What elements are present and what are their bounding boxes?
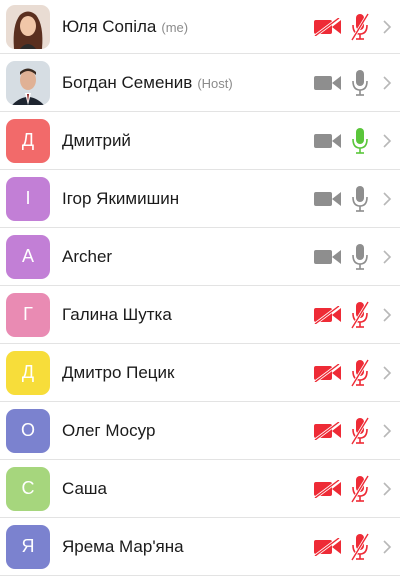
chevron-right-icon[interactable] xyxy=(382,423,392,439)
participant-name-group: Юля Сопіла (me) xyxy=(62,17,188,37)
chevron-right-icon[interactable] xyxy=(382,133,392,149)
mic-muted-icon[interactable] xyxy=(351,416,369,445)
participant-name-group: Дмитро Пецик xyxy=(62,363,174,383)
avatar-initial: Д xyxy=(21,362,35,382)
microphone-icon[interactable] xyxy=(351,69,369,97)
participant-name-group: Ігор Якимишин xyxy=(62,189,179,209)
user-photo-icon xyxy=(6,4,50,49)
avatar-initial: Г xyxy=(23,304,33,324)
avatar: Д xyxy=(6,350,50,395)
chevron-right-icon[interactable] xyxy=(382,539,392,555)
participant-name-group: Archer xyxy=(62,247,112,267)
participant-name: Юля Сопіла xyxy=(62,16,157,36)
microphone-icon[interactable] xyxy=(351,185,369,213)
participant-name-group: Олег Мосур xyxy=(62,421,155,441)
video-camera-icon[interactable] xyxy=(314,132,342,150)
video-off-icon[interactable] xyxy=(314,421,342,440)
participant-name: Ігор Якимишин xyxy=(62,188,180,208)
avatar xyxy=(6,4,50,49)
chevron-right-icon[interactable] xyxy=(382,75,392,91)
participant-name-group: Дмитрий xyxy=(62,131,131,151)
video-camera-icon[interactable] xyxy=(314,74,342,92)
mic-muted-icon[interactable] xyxy=(351,532,369,561)
chevron-right-icon[interactable] xyxy=(382,481,392,497)
video-off-icon[interactable] xyxy=(314,17,342,36)
video-camera-icon[interactable] xyxy=(314,190,342,208)
avatar-initial: Я xyxy=(21,536,35,556)
participant-row[interactable]: Богдан Семенив (Host) xyxy=(0,54,400,112)
avatar-initial: A xyxy=(21,246,34,266)
avatar: Д xyxy=(6,118,50,163)
participant-row[interactable]: A Archer xyxy=(0,228,400,286)
participant-name-group: Саша xyxy=(62,479,107,499)
participant-row[interactable]: С Саша xyxy=(0,460,400,518)
avatar: A xyxy=(6,234,50,279)
avatar-initial: І xyxy=(25,188,31,208)
participant-name: Саша xyxy=(62,478,108,498)
video-off-icon[interactable] xyxy=(314,537,342,556)
participant-row[interactable]: Юля Сопіла (me) xyxy=(0,0,400,54)
avatar xyxy=(6,60,50,105)
avatar: Г xyxy=(6,292,50,337)
avatar: С xyxy=(6,466,50,511)
microphone-icon[interactable] xyxy=(351,243,369,271)
participant-role-label: (me) xyxy=(161,19,189,35)
avatar-initial: С xyxy=(21,478,35,498)
participant-list: Юля Сопіла (me) Богдан Семенив (Host) Д Дми… xyxy=(0,0,400,576)
user-photo-icon xyxy=(6,60,50,105)
participant-name: Галина Шутка xyxy=(62,304,172,324)
participant-name: Ярема Мар'яна xyxy=(62,536,184,556)
video-off-icon[interactable] xyxy=(314,479,342,498)
chevron-right-icon[interactable] xyxy=(382,191,392,207)
chevron-right-icon[interactable] xyxy=(382,19,392,35)
participant-row[interactable]: Д Дмитрий xyxy=(0,112,400,170)
microphone-icon[interactable] xyxy=(351,127,369,155)
participant-row[interactable]: Я Ярема Мар'яна xyxy=(0,518,400,576)
video-camera-icon[interactable] xyxy=(314,248,342,266)
participant-role-label: (Host) xyxy=(197,75,233,91)
participant-name-group: Ярема Мар'яна xyxy=(62,537,184,557)
video-off-icon[interactable] xyxy=(314,363,342,382)
participant-name-group: Богдан Семенив (Host) xyxy=(62,73,233,93)
participant-name: Дмитрий xyxy=(62,130,131,150)
video-off-icon[interactable] xyxy=(314,305,342,324)
mic-muted-icon[interactable] xyxy=(351,300,369,329)
avatar-initial: О xyxy=(20,420,35,440)
avatar-initial: Д xyxy=(21,130,35,150)
chevron-right-icon[interactable] xyxy=(382,365,392,381)
participant-name: Дмитро Пецик xyxy=(62,362,175,382)
participant-row[interactable]: Д Дмитро Пецик xyxy=(0,344,400,402)
participant-row[interactable]: І Ігор Якимишин xyxy=(0,170,400,228)
avatar: І xyxy=(6,176,50,221)
avatar: О xyxy=(6,408,50,453)
chevron-right-icon[interactable] xyxy=(382,249,392,265)
participant-name: Богдан Семенив xyxy=(62,72,193,92)
participant-row[interactable]: Г Галина Шутка xyxy=(0,286,400,344)
participant-row[interactable]: О Олег Мосур xyxy=(0,402,400,460)
participant-name: Archer xyxy=(62,246,113,266)
mic-muted-icon[interactable] xyxy=(351,474,369,503)
participant-name: Олег Мосур xyxy=(62,420,156,440)
participant-name-group: Галина Шутка xyxy=(62,305,172,325)
mic-muted-icon[interactable] xyxy=(351,358,369,387)
avatar: Я xyxy=(6,524,50,569)
chevron-right-icon[interactable] xyxy=(382,307,392,323)
mic-muted-icon[interactable] xyxy=(351,12,369,41)
